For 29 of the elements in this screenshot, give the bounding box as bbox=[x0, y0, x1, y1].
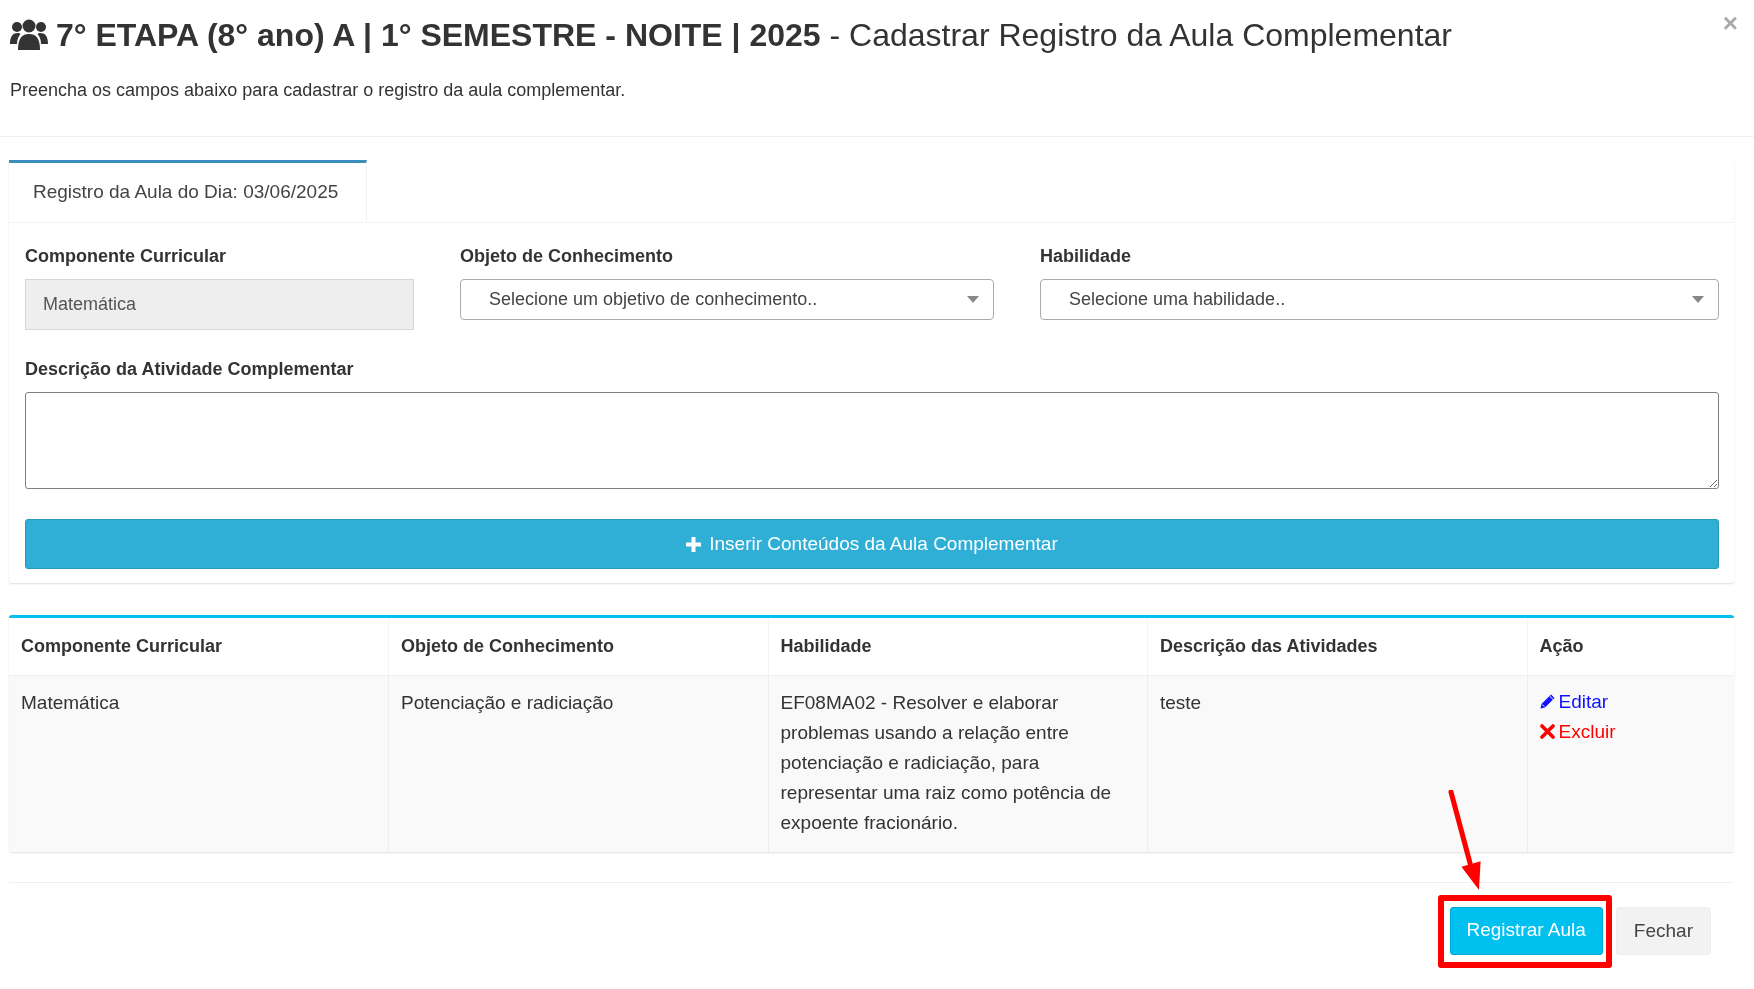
caret-icon bbox=[967, 296, 979, 303]
field-label: Componente Curricular bbox=[25, 245, 227, 267]
dialog-subtitle: Preencha os campos abaixo para cadastrar o registro da aula complementar. bbox=[10, 79, 626, 102]
readonly-field: Matemática bbox=[25, 279, 414, 330]
delete-link[interactable]: Excluir bbox=[1539, 717, 1616, 745]
close-dialog-button[interactable]: Fechar bbox=[1615, 907, 1711, 955]
plus-icon bbox=[686, 536, 702, 552]
tab[interactable]: Registro da Aula do Dia: 03/06/2025 bbox=[9, 160, 368, 222]
column-header: Objeto de Conhecimento bbox=[388, 618, 768, 675]
pencil-icon bbox=[1539, 693, 1555, 709]
cross-icon bbox=[1539, 723, 1555, 739]
table-cell: Potenciação e radiciação bbox=[388, 675, 768, 852]
edit-link[interactable]: Editar bbox=[1539, 687, 1609, 715]
column-header: Habilidade bbox=[768, 618, 1148, 675]
description-textarea[interactable] bbox=[25, 392, 1719, 489]
users-icon bbox=[10, 19, 48, 51]
column-header: Componente Curricular bbox=[9, 618, 389, 675]
table-cell: teste bbox=[1147, 675, 1527, 852]
column-header: Descrição das Atividades bbox=[1147, 618, 1527, 675]
table-cell: Matemática bbox=[9, 675, 389, 852]
select-field[interactable]: Selecione um objetivo de conhecimento.. bbox=[460, 279, 994, 320]
dialog-title: 7° ETAPA (8° ano) A | 1° SEMESTRE - NOITE | 2025 - Cadastrar Registro da Aula Complementar bbox=[56, 16, 1452, 55]
field-label: Habilidade bbox=[1040, 245, 1131, 267]
field-label: Objeto de Conhecimento bbox=[460, 245, 673, 267]
column-header: Ação bbox=[1527, 618, 1734, 675]
table-cell: EF08MA02 - Resolver e elaborar problemas usando a relação entre potenciação e radiciação, para representar uma raiz como potência de expoente fracionário. bbox=[768, 675, 1148, 852]
field-label: Descrição da Atividade Complementar bbox=[25, 358, 354, 380]
caret-icon bbox=[1692, 296, 1704, 303]
select-field[interactable]: Selecione uma habilidade.. bbox=[1040, 279, 1719, 320]
